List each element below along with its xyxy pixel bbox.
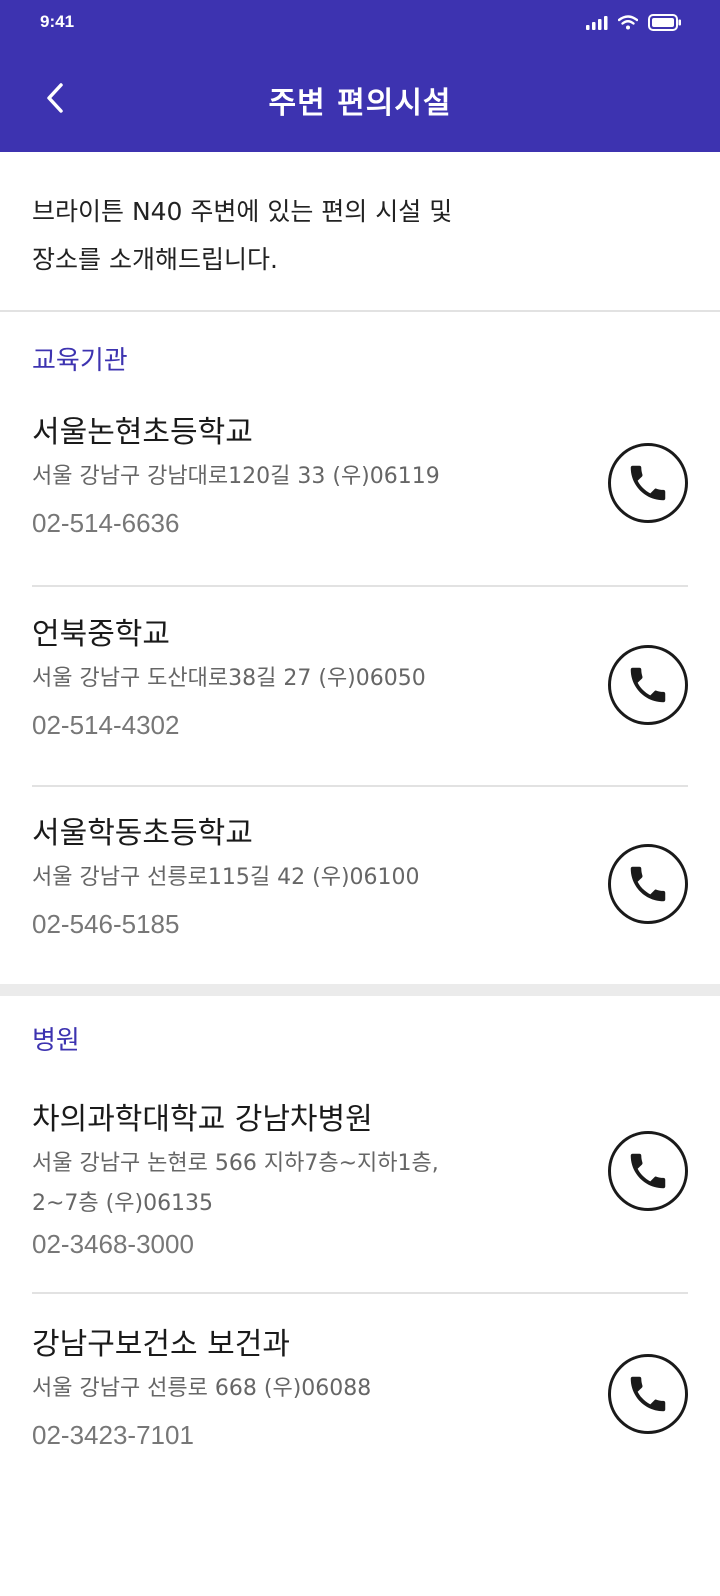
facility-address: 서울 강남구 선릉로115길 42 (우)06100: [32, 865, 420, 890]
signal-icon: [586, 15, 608, 30]
phone-icon: [630, 465, 666, 501]
status-time: 9:41: [40, 12, 75, 31]
phone-icon: [630, 1376, 666, 1412]
list-item: 차의과학대학교 강남차병원 서울 강남구 논현로 566 지하7층~지하1층, …: [32, 1100, 688, 1264]
facility-name: 차의과학대학교 강남차병원: [32, 1102, 373, 1137]
call-button[interactable]: [608, 443, 688, 523]
list-item: 서울학동초등학교 서울 강남구 선릉로115길 42 (우)06100 02-5…: [32, 814, 688, 944]
facility-address: 서울 강남구 도산대로38길 27 (우)06050: [32, 666, 426, 691]
intro-text: 브라이튼 N40 주변에 있는 편의 시설 및 장소를 소개해드립니다.: [32, 188, 532, 284]
section-title-hospital: 병원: [32, 1026, 80, 1056]
facility-phone: 02-514-6636: [32, 508, 180, 538]
battery-icon: [648, 14, 681, 31]
phone-icon: [630, 1153, 666, 1189]
list-item: 언북중학교 서울 강남구 도산대로38길 27 (우)06050 02-514-…: [32, 615, 688, 745]
facility-name: 강남구보건소 보건과: [32, 1327, 290, 1362]
facility-name: 언북중학교: [32, 617, 170, 652]
divider: [32, 585, 688, 587]
phone-icon: [630, 866, 666, 902]
facility-name: 서울논현초등학교: [32, 415, 253, 450]
facility-address-line-1: 서울 강남구 논현로 566 지하7층~지하1층,: [32, 1151, 439, 1176]
page-title: 주변 편의시설: [268, 86, 452, 121]
status-icons: [586, 14, 682, 31]
divider: [32, 785, 688, 787]
list-item: 강남구보건소 보건과 서울 강남구 선릉로 668 (우)06088 02-34…: [32, 1325, 688, 1455]
facility-phone: 02-514-4302: [32, 710, 180, 740]
section-title-education: 교육기관: [32, 346, 128, 376]
facility-address-line-2: 2~7층 (우)06135: [32, 1191, 214, 1216]
call-button[interactable]: [608, 645, 688, 725]
facility-name: 서울학동초등학교: [32, 816, 253, 851]
intro-line-2: 장소를 소개해드립니다.: [32, 245, 278, 274]
divider: [0, 310, 720, 312]
divider: [32, 1292, 688, 1294]
app-header: 9:41 주변 편의시설: [0, 0, 720, 152]
facility-address: 서울 강남구 강남대로120길 33 (우)06119: [32, 464, 440, 489]
facility-phone: 02-546-5185: [32, 909, 180, 939]
facility-address: 서울 강남구 선릉로 668 (우)06088: [32, 1376, 372, 1401]
phone-icon: [630, 667, 666, 703]
call-button[interactable]: [608, 1354, 688, 1434]
call-button[interactable]: [608, 844, 688, 924]
facility-phone: 02-3423-7101: [32, 1420, 194, 1450]
call-button[interactable]: [608, 1131, 688, 1211]
section-divider: [0, 984, 720, 996]
wifi-icon: [618, 15, 638, 30]
facility-phone: 02-3468-3000: [32, 1229, 194, 1259]
facility-address: 서울 강남구 논현로 566 지하7층~지하1층, 2~7층 (우)06135: [32, 1144, 502, 1224]
intro-line-1: 브라이튼 N40 주변에 있는 편의 시설 및: [32, 197, 453, 226]
list-item: 서울논현초등학교 서울 강남구 강남대로120길 33 (우)06119 02-…: [32, 413, 688, 543]
